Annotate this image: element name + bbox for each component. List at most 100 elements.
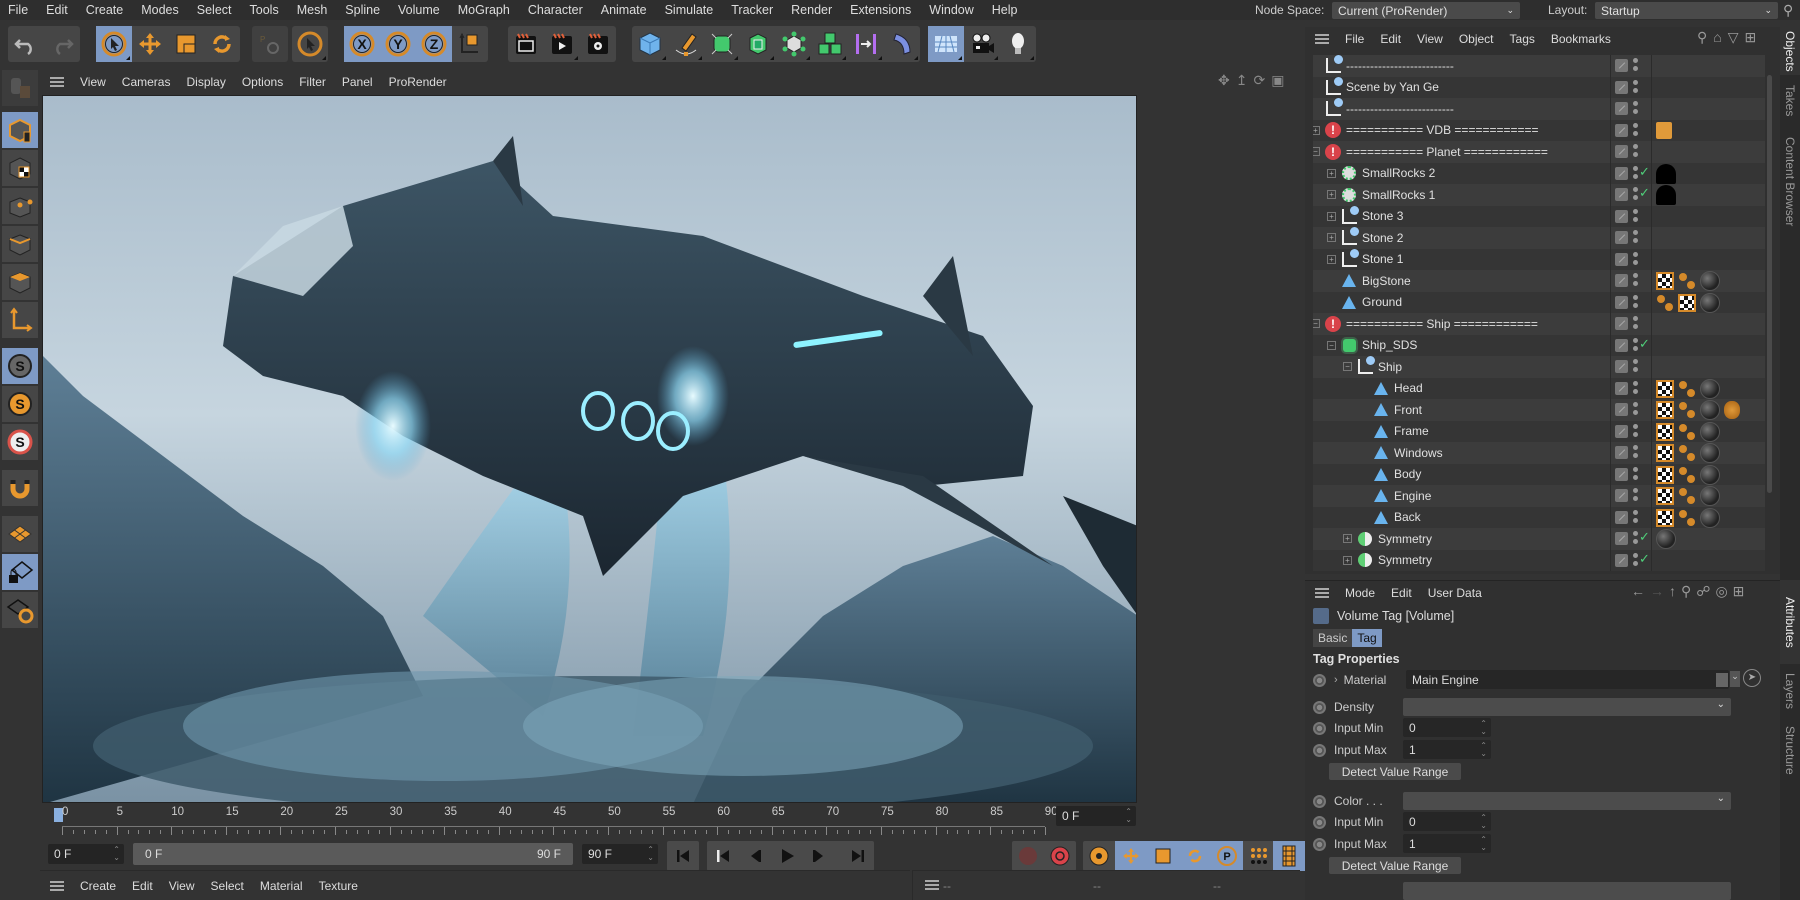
attr-menu-user-data[interactable]: User Data bbox=[1420, 586, 1490, 600]
object-row[interactable]: Scene by Yan Ge bbox=[1313, 76, 1765, 98]
spinner-icon[interactable]: ⌃ ⌄ bbox=[1480, 836, 1487, 852]
animate-radio[interactable] bbox=[1313, 673, 1326, 687]
target-icon[interactable]: ◎ bbox=[1715, 583, 1727, 600]
animate-radio[interactable] bbox=[1313, 815, 1326, 829]
goto-start-icon[interactable] bbox=[667, 841, 699, 871]
annotation-tag-icon[interactable] bbox=[1656, 122, 1672, 139]
material-tag-icon[interactable] bbox=[1700, 507, 1720, 528]
tab-structure[interactable]: Structure bbox=[1780, 717, 1800, 783]
layer-edit-icon[interactable] bbox=[1615, 231, 1628, 244]
collapse-icon[interactable]: − bbox=[1313, 319, 1320, 328]
snap-settings-icon[interactable]: S bbox=[2, 386, 38, 422]
object-row[interactable]: + Stone 3 bbox=[1313, 205, 1765, 227]
object-row[interactable]: −! =========== Ship ============ bbox=[1313, 313, 1765, 335]
model-mode-icon[interactable] bbox=[292, 26, 328, 62]
object-name[interactable]: Ship_SDS bbox=[1362, 338, 1417, 352]
visibility-dots-icon[interactable] bbox=[1633, 144, 1639, 160]
render-settings-icon[interactable] bbox=[580, 26, 616, 62]
extrude-icon[interactable] bbox=[740, 26, 776, 62]
object-mode-icon[interactable] bbox=[2, 112, 38, 148]
visibility-dots-icon[interactable] bbox=[1633, 359, 1639, 375]
material-tag-icon[interactable] bbox=[1700, 464, 1720, 485]
scale-icon[interactable] bbox=[168, 26, 204, 62]
color-input-min-field[interactable]: 0 ⌃ ⌄ bbox=[1403, 812, 1491, 831]
chevron-down-icon[interactable]: ⌄ bbox=[1730, 671, 1740, 687]
viewport-menu-cameras[interactable]: Cameras bbox=[114, 75, 179, 89]
layer-edit-icon[interactable] bbox=[1615, 360, 1628, 373]
layer-edit-icon[interactable] bbox=[1615, 510, 1628, 524]
points-mode-icon[interactable] bbox=[2, 188, 38, 224]
menu-help[interactable]: Help bbox=[983, 3, 1027, 17]
color-input-max-field[interactable]: 1 ⌃ ⌄ bbox=[1403, 834, 1491, 853]
visibility-dots-icon[interactable] bbox=[1633, 466, 1639, 483]
viewport-menu-display[interactable]: Display bbox=[178, 75, 233, 89]
key-scale-icon[interactable] bbox=[1147, 841, 1179, 871]
phong-tag-icon[interactable] bbox=[1678, 487, 1696, 505]
layer-edit-icon[interactable] bbox=[1615, 166, 1628, 180]
redo-icon[interactable] bbox=[44, 26, 80, 62]
phong-tag-icon[interactable] bbox=[1678, 466, 1696, 484]
tab-content-browser[interactable]: Content Browser bbox=[1780, 127, 1800, 237]
bend-deformer-icon[interactable] bbox=[884, 26, 920, 62]
enabled-check-icon[interactable]: ✓ bbox=[1639, 529, 1650, 545]
uvw-tag-icon[interactable] bbox=[1656, 465, 1674, 484]
phong-tag-icon[interactable] bbox=[1678, 423, 1696, 441]
object-name[interactable]: Engine bbox=[1394, 489, 1431, 503]
magnet-icon[interactable] bbox=[2, 470, 38, 506]
uvw-tag-icon[interactable] bbox=[1656, 272, 1674, 290]
object-row[interactable]: +! =========== VDB ============ bbox=[1313, 119, 1765, 141]
object-menu-view[interactable]: View bbox=[1409, 32, 1451, 46]
viewport-menu-filter[interactable]: Filter bbox=[291, 75, 334, 89]
filter-icon[interactable]: ▽ bbox=[1728, 29, 1739, 46]
material-tag-icon[interactable] bbox=[1656, 185, 1676, 205]
recent-tools-icon[interactable]: P bbox=[252, 26, 288, 62]
uvw-tag-icon[interactable] bbox=[1656, 508, 1674, 527]
visibility-dots-icon[interactable] bbox=[1633, 380, 1639, 397]
object-menu-bookmarks[interactable]: Bookmarks bbox=[1543, 32, 1619, 46]
layer-edit-icon[interactable] bbox=[1615, 467, 1628, 481]
record-keys-icon[interactable] bbox=[1012, 841, 1044, 871]
detect-value-range-button[interactable]: Detect Value Range bbox=[1329, 763, 1461, 780]
object-menu-edit[interactable]: Edit bbox=[1372, 32, 1409, 46]
axis-mode-icon[interactable] bbox=[2, 302, 38, 338]
expand-icon[interactable]: + bbox=[1343, 534, 1352, 543]
cube-icon[interactable] bbox=[632, 26, 668, 62]
visibility-dots-icon[interactable] bbox=[1633, 445, 1639, 461]
menu-window[interactable]: Window bbox=[920, 3, 982, 17]
material-tag-icon[interactable] bbox=[1700, 292, 1720, 313]
timeline-ruler[interactable]: 0 5 10 15 20 25 30 35 40 45 50 55 60 65 70 75 80 85 90 bbox=[40, 805, 1140, 841]
expand-icon[interactable]: + bbox=[1343, 555, 1352, 565]
visibility-dots-icon[interactable] bbox=[1633, 79, 1639, 96]
object-name[interactable]: Symmetry bbox=[1378, 532, 1432, 546]
object-row[interactable]: + Stone 2 bbox=[1313, 227, 1765, 249]
animate-radio[interactable] bbox=[1313, 700, 1326, 714]
object-row[interactable]: BigStone bbox=[1313, 270, 1765, 292]
tab-layers[interactable]: Layers bbox=[1780, 667, 1800, 715]
object-row[interactable]: − Ship bbox=[1313, 356, 1765, 378]
layer-edit-icon[interactable] bbox=[1615, 274, 1628, 287]
visibility-dots-icon[interactable] bbox=[1633, 58, 1639, 74]
tab-takes[interactable]: Takes bbox=[1780, 79, 1800, 123]
animate-radio[interactable] bbox=[1313, 837, 1326, 851]
expand-icon[interactable]: + bbox=[1313, 125, 1320, 135]
menu-mograph[interactable]: MoGraph bbox=[449, 3, 519, 17]
key-pla-icon[interactable] bbox=[1243, 841, 1275, 871]
object-row[interactable]: Body bbox=[1313, 463, 1765, 485]
coordinate-system-icon[interactable] bbox=[452, 26, 488, 62]
snap-icon[interactable]: S bbox=[2, 348, 38, 384]
chevron-right-icon[interactable]: › bbox=[1334, 674, 1338, 686]
lock-icon[interactable]: ☍ bbox=[1696, 583, 1710, 600]
material-tag-icon[interactable] bbox=[1700, 400, 1720, 420]
new-panel-icon[interactable]: ⊞ bbox=[1745, 29, 1757, 46]
visibility-dots-icon[interactable] bbox=[1633, 509, 1639, 526]
object-row[interactable]: --------------------------- bbox=[1313, 55, 1765, 77]
uvw-tag-icon[interactable] bbox=[1678, 293, 1696, 312]
spinner-icon[interactable]: ⌃ ⌄ bbox=[1480, 814, 1487, 830]
phong-tag-icon[interactable] bbox=[1678, 401, 1696, 419]
phong-tag-icon[interactable] bbox=[1678, 380, 1696, 398]
start-frame-field[interactable]: 0 F ⌃ ⌄ bbox=[48, 844, 124, 864]
layer-edit-icon[interactable] bbox=[1615, 553, 1628, 567]
tab-objects[interactable]: Objects bbox=[1780, 27, 1800, 75]
object-name[interactable]: Frame bbox=[1394, 424, 1429, 438]
layer-edit-icon[interactable] bbox=[1615, 403, 1628, 416]
